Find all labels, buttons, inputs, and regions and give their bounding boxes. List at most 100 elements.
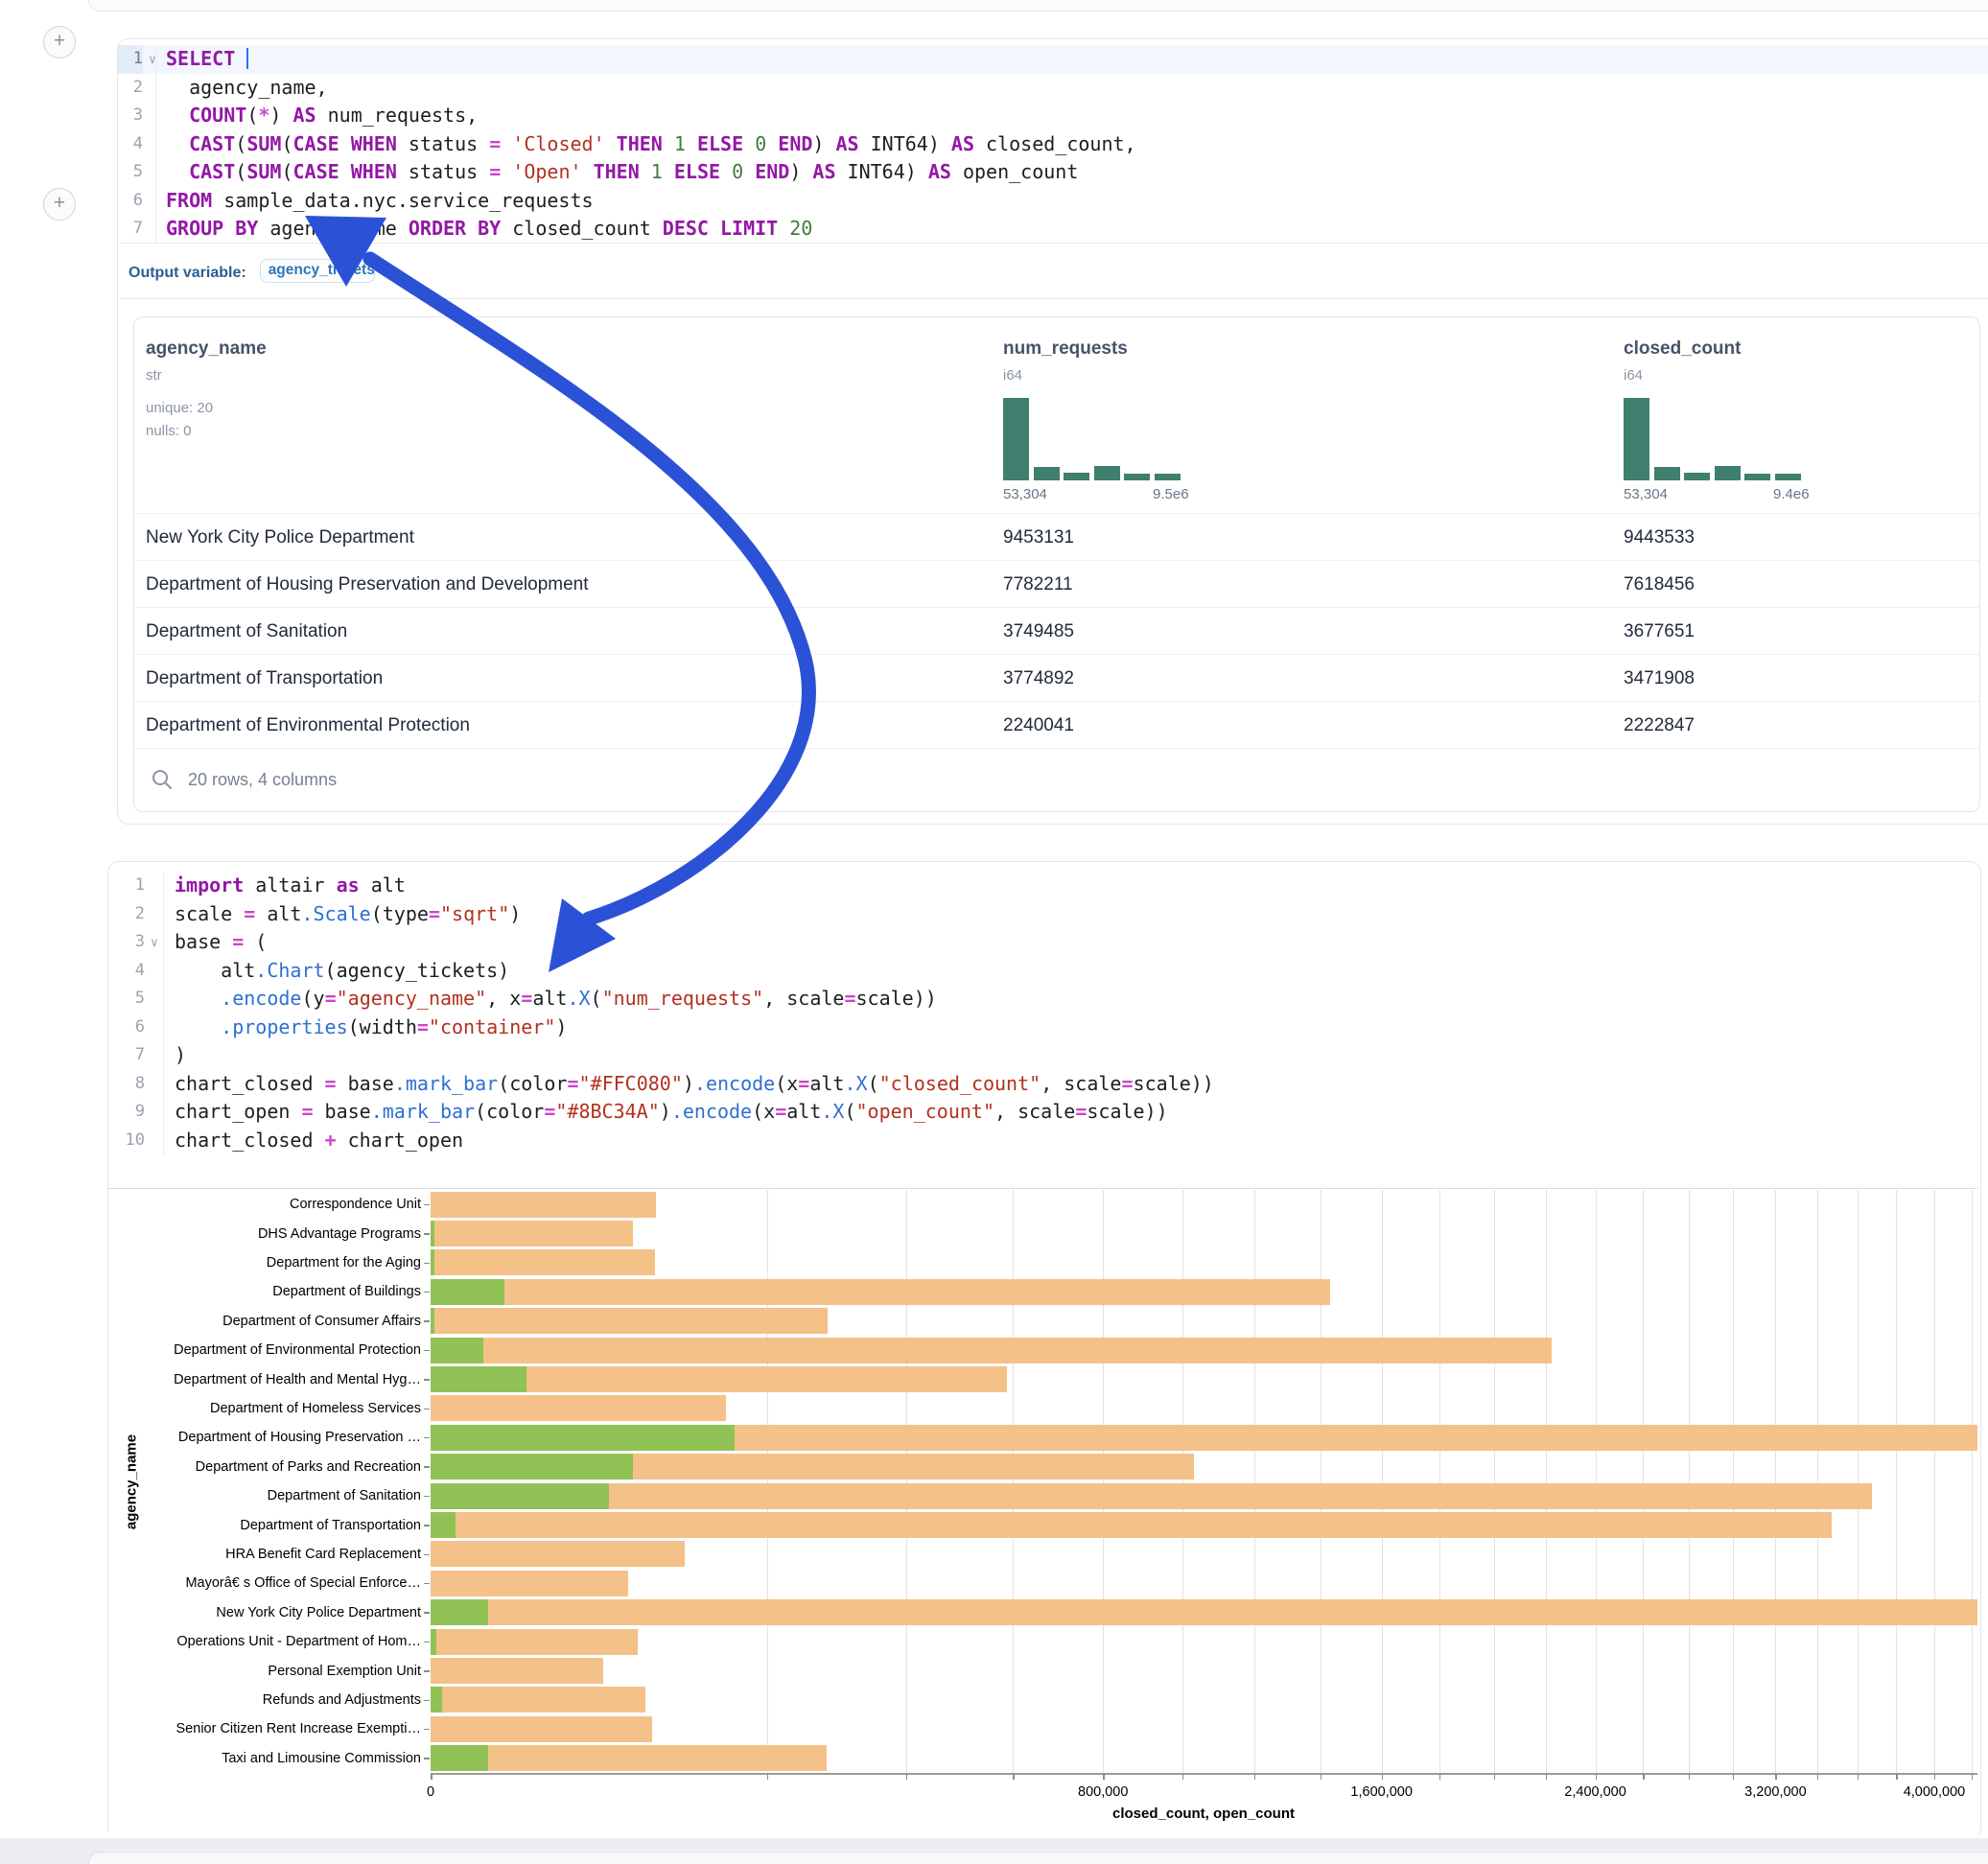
bar-closed-count[interactable] <box>431 1687 645 1713</box>
column-header-agency-name[interactable]: agency_name <box>146 338 267 360</box>
hist-max-label: 9.4e6 <box>1773 486 1810 502</box>
bar-open-count[interactable] <box>431 1483 609 1509</box>
code-line[interactable]: 5 CAST(SUM(CASE WHEN status = 'Open' THE… <box>118 158 1988 187</box>
bar-closed-count[interactable] <box>431 1745 827 1771</box>
column-header-closed-count[interactable]: closed_count <box>1624 338 1741 360</box>
gutter-divider <box>155 102 156 130</box>
bar-open-count[interactable] <box>431 1599 488 1625</box>
table-row[interactable]: Department of Housing Preservation and D… <box>134 560 1979 608</box>
y-axis-tick <box>424 1612 430 1614</box>
output-variable-pill[interactable]: agency_tickets <box>260 259 375 283</box>
y-axis-tick <box>424 1642 430 1643</box>
code-line[interactable]: 2 agency_name, <box>118 74 1988 103</box>
bar-open-count[interactable] <box>431 1221 434 1247</box>
table-preview-card: agency_name str unique: 20 nulls: 0 num_… <box>133 316 1980 812</box>
bar-open-count[interactable] <box>431 1338 483 1363</box>
chart-gridline <box>906 1190 907 1773</box>
add-cell-button[interactable]: + <box>43 26 76 58</box>
table-row[interactable]: Department of Environmental Protection22… <box>134 701 1979 749</box>
code-line[interactable]: 1import altair as alt <box>108 872 1980 900</box>
fold-chevron-icon[interactable]: ∨ <box>151 929 158 958</box>
bar-closed-count[interactable] <box>431 1308 828 1334</box>
bar-closed-count[interactable] <box>431 1629 638 1655</box>
bar-open-count[interactable] <box>431 1366 526 1392</box>
line-number: 6 <box>108 1014 145 1042</box>
bar-closed-count[interactable] <box>431 1599 1977 1625</box>
column-header-num-requests[interactable]: num_requests <box>1003 338 1128 360</box>
bar-open-count[interactable] <box>431 1512 456 1538</box>
y-axis-tick <box>424 1204 430 1206</box>
bar-open-count[interactable] <box>431 1745 488 1771</box>
code-text: scale = alt.Scale(type="sqrt") <box>175 900 521 929</box>
x-axis-tick <box>1817 1774 1819 1780</box>
python-code-editor[interactable]: 1import altair as alt2scale = alt.Scale(… <box>108 872 1980 1154</box>
line-number: 7 <box>118 215 143 244</box>
code-line[interactable]: 6 .properties(width="container") <box>108 1014 1980 1042</box>
code-line[interactable]: 3∨base = ( <box>108 928 1980 957</box>
code-text: GROUP BY agency_name ORDER BY closed_cou… <box>166 215 812 244</box>
code-text: SELECT <box>166 45 248 74</box>
bar-open-count[interactable] <box>431 1425 735 1451</box>
sql-code-editor[interactable]: 1∨SELECT 2 agency_name,3 COUNT(*) AS num… <box>118 45 1988 244</box>
gutter-divider <box>155 158 156 187</box>
bar-closed-count[interactable] <box>431 1395 726 1421</box>
y-axis-label: Department of Buildings <box>114 1284 421 1299</box>
bar-closed-count[interactable] <box>431 1512 1832 1538</box>
bar-closed-count[interactable] <box>431 1192 656 1218</box>
x-axis-tick <box>1934 1774 1936 1780</box>
code-line[interactable]: 3 COUNT(*) AS num_requests, <box>118 102 1988 130</box>
y-axis-tick <box>424 1320 430 1322</box>
cell-agency-name: New York City Police Department <box>146 514 414 561</box>
bar-closed-count[interactable] <box>431 1279 1330 1305</box>
bar-closed-count[interactable] <box>431 1716 652 1742</box>
code-line[interactable]: 1∨SELECT <box>118 45 1988 74</box>
line-number: 10 <box>108 1127 145 1155</box>
code-line[interactable]: 10chart_closed + chart_open <box>108 1127 1980 1155</box>
y-axis-label: Department of Consumer Affairs <box>114 1314 421 1329</box>
y-axis-tick <box>424 1525 430 1526</box>
search-icon[interactable] <box>152 769 173 790</box>
y-axis-tick <box>424 1263 430 1265</box>
code-line[interactable]: 8chart_closed = base.mark_bar(color="#FF… <box>108 1070 1980 1099</box>
chart-gridline <box>1254 1190 1255 1773</box>
table-row[interactable]: New York City Police Department945313194… <box>134 513 1979 561</box>
code-text: agency_name, <box>166 74 328 103</box>
bar-open-count[interactable] <box>431 1249 434 1275</box>
histogram-num-requests[interactable] <box>1003 398 1185 480</box>
gutter-divider <box>155 74 156 103</box>
histogram-bar <box>1124 474 1150 480</box>
bar-open-count[interactable] <box>431 1308 434 1334</box>
gutter-divider <box>163 900 164 929</box>
line-number: 1 <box>118 45 143 74</box>
bar-closed-count[interactable] <box>431 1483 1872 1509</box>
code-line[interactable]: 2scale = alt.Scale(type="sqrt") <box>108 900 1980 929</box>
code-line[interactable]: 4 alt.Chart(agency_tickets) <box>108 957 1980 986</box>
bar-closed-count[interactable] <box>431 1541 685 1567</box>
bar-open-count[interactable] <box>431 1687 442 1713</box>
bar-open-count[interactable] <box>431 1454 633 1480</box>
table-row[interactable]: Department of Transportation377489234719… <box>134 654 1979 702</box>
histogram-bar <box>1155 474 1181 480</box>
next-cell-edge <box>88 1852 1988 1864</box>
code-line[interactable]: 5 .encode(y="agency_name", x=alt.X("num_… <box>108 985 1980 1014</box>
code-text: CAST(SUM(CASE WHEN status = 'Open' THEN … <box>166 158 1078 187</box>
bar-open-count[interactable] <box>431 1629 436 1655</box>
code-line[interactable]: 9chart_open = base.mark_bar(color="#8BC3… <box>108 1098 1980 1127</box>
code-line[interactable]: 7) <box>108 1041 1980 1070</box>
gutter-divider <box>163 1127 164 1155</box>
bar-closed-count[interactable] <box>431 1249 655 1275</box>
bar-closed-count[interactable] <box>431 1221 633 1247</box>
bar-open-count[interactable] <box>431 1279 504 1305</box>
cell-agency-name: Department of Environmental Protection <box>146 702 470 749</box>
y-axis-label: Department of Housing Preservation … <box>114 1430 421 1445</box>
code-line[interactable]: 4 CAST(SUM(CASE WHEN status = 'Closed' T… <box>118 130 1988 159</box>
bar-closed-count[interactable] <box>431 1571 628 1596</box>
bar-closed-count[interactable] <box>431 1658 603 1684</box>
histogram-closed-count[interactable] <box>1624 398 1806 480</box>
code-line[interactable]: 7 GROUP BY agency_name ORDER BY closed_co… <box>118 215 1988 244</box>
table-row[interactable]: Department of Sanitation37494853677651 <box>134 607 1979 655</box>
bar-closed-count[interactable] <box>431 1338 1552 1363</box>
add-cell-button[interactable]: + <box>43 188 76 221</box>
code-line[interactable]: 6FROM sample_data.nyc.service_requests <box>118 187 1988 216</box>
cell-closed-count: 3471908 <box>1624 655 1695 702</box>
